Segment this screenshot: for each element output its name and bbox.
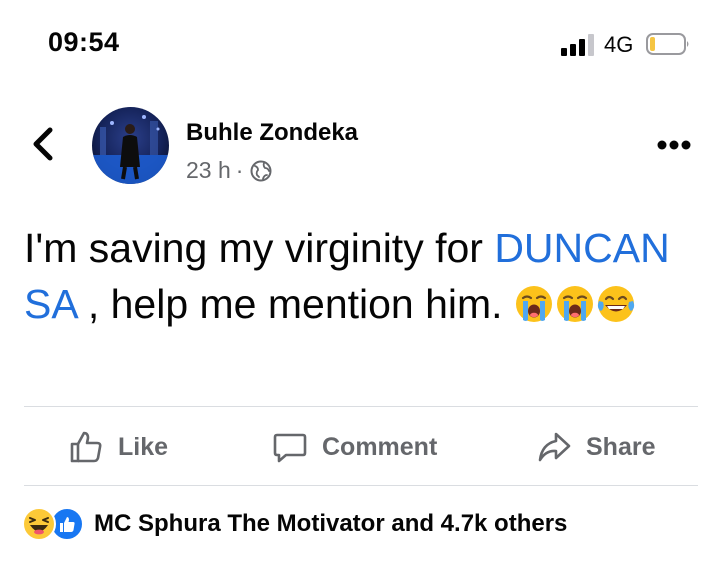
divider-top [24,406,698,407]
loudly-crying-face-icon [515,286,552,322]
loudly-crying-face-icon [556,286,593,322]
share-arrow-icon [538,432,571,462]
comment-button[interactable]: Comment [272,426,437,468]
post-text-end: , help me mention him. [76,281,503,327]
comment-bubble-icon [273,433,307,463]
post-text: I'm saving my virginity for DUNCAN SA , … [24,220,704,332]
like-button[interactable]: Like [68,426,168,468]
meta-separator: · [235,157,244,183]
haha-reaction-icon [22,507,56,541]
comment-label: Comment [322,432,438,461]
share-label: Share [586,432,656,461]
author-name[interactable]: Buhle Zondeka [186,119,358,147]
post-meta: 23 h · [186,157,272,184]
post-timestamp[interactable]: 23 h [186,157,231,184]
back-arrow-icon[interactable] [30,124,56,164]
reactions-summary[interactable]: MC Sphura The Motivator and 4.7k others [22,506,567,542]
share-button[interactable]: Share [536,426,655,468]
battery-icon [646,33,689,55]
face-with-tears-of-joy-icon [597,286,635,322]
network-type: 4G [604,32,634,57]
like-label: Like [118,432,169,461]
status-bar: 09:54 4G [0,0,720,90]
status-time: 09:54 [48,27,120,57]
avatar-image [92,107,169,184]
globe-icon [250,160,272,181]
thumbs-up-icon [70,431,102,463]
more-options-icon[interactable] [656,138,692,152]
post-text-start: I'm saving my virginity for [24,225,495,271]
reactions-summary-text[interactable]: MC Sphura The Motivator and 4.7k others [94,510,567,538]
reaction-icons [22,507,86,541]
signal-strength-icon [561,34,594,56]
divider-bottom [24,485,698,486]
avatar[interactable] [92,107,169,184]
